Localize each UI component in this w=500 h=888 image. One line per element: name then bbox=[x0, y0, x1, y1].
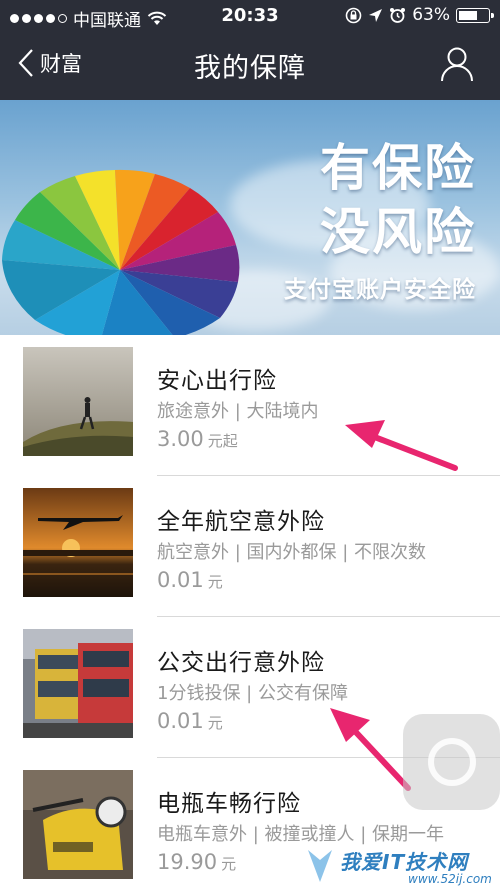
watermark-logo-icon bbox=[308, 850, 332, 882]
promo-banner[interactable]: 有保险 没风险 支付宝账户安全险 bbox=[0, 100, 500, 335]
price-value: 0.01 bbox=[157, 568, 204, 592]
price-value: 0.01 bbox=[157, 709, 204, 733]
product-title: 全年航空意外险 bbox=[157, 509, 325, 535]
product-title: 电瓶车畅行险 bbox=[157, 791, 301, 817]
watermark-text: 我爱IT技术网 bbox=[340, 850, 469, 874]
navigation-bar: 财富 我的保障 bbox=[0, 32, 500, 100]
price-unit: 元 bbox=[207, 714, 223, 732]
product-description: 旅途意外 | 大陆境内 bbox=[157, 401, 319, 422]
location-arrow-icon bbox=[369, 8, 383, 22]
airplane-sunset-photo bbox=[23, 488, 133, 597]
bus-photo bbox=[23, 629, 133, 738]
watermark: 我爱IT技术网 www.52ij.com bbox=[300, 842, 500, 888]
price-unit: 元 bbox=[207, 573, 223, 591]
list-item-aviation-insurance[interactable]: 全年航空意外险 航空意外 | 国内外都保 | 不限次数 0.01 元 bbox=[0, 476, 500, 617]
product-price: 0.01 元 bbox=[157, 709, 223, 733]
user-icon[interactable] bbox=[440, 46, 474, 82]
umbrella-illustration bbox=[2, 169, 240, 335]
price-value: 3.00 bbox=[157, 427, 204, 451]
product-price: 3.00 元起 bbox=[157, 427, 238, 451]
banner-headline-2: 没风险 bbox=[320, 203, 476, 261]
battery-percent: 63% bbox=[412, 5, 450, 25]
product-price: 0.01 元 bbox=[157, 568, 223, 592]
price-unit: 元起 bbox=[207, 432, 238, 450]
top-bar: 中国联通 20:33 63% 财富 我的保障 bbox=[0, 0, 500, 100]
hiker-photo bbox=[23, 347, 133, 456]
rotation-lock-icon bbox=[345, 7, 362, 23]
battery-icon bbox=[456, 7, 494, 23]
banner-subtitle: 支付宝账户安全险 bbox=[284, 277, 476, 303]
alarm-icon bbox=[390, 7, 406, 23]
page-title: 我的保障 bbox=[194, 53, 306, 84]
status-bar: 中国联通 20:33 63% bbox=[0, 0, 500, 32]
list-item-travel-insurance[interactable]: 安心出行险 旅途意外 | 大陆境内 3.00 元起 bbox=[0, 335, 500, 476]
watermark-url: www.52ij.com bbox=[408, 872, 492, 886]
product-description: 航空意外 | 国内外都保 | 不限次数 bbox=[157, 542, 427, 563]
product-description: 1分钱投保 | 公交有保障 bbox=[157, 683, 348, 704]
assistive-touch-icon bbox=[428, 738, 476, 786]
product-title: 安心出行险 bbox=[157, 368, 277, 394]
banner-headline-1: 有保险 bbox=[320, 139, 476, 197]
product-title: 公交出行意外险 bbox=[157, 650, 325, 676]
price-value: 19.90 bbox=[157, 850, 218, 874]
price-unit: 元 bbox=[221, 855, 237, 873]
scooter-photo bbox=[23, 770, 133, 879]
assistive-touch-button[interactable] bbox=[403, 714, 500, 810]
product-price: 19.90 元 bbox=[157, 850, 236, 874]
